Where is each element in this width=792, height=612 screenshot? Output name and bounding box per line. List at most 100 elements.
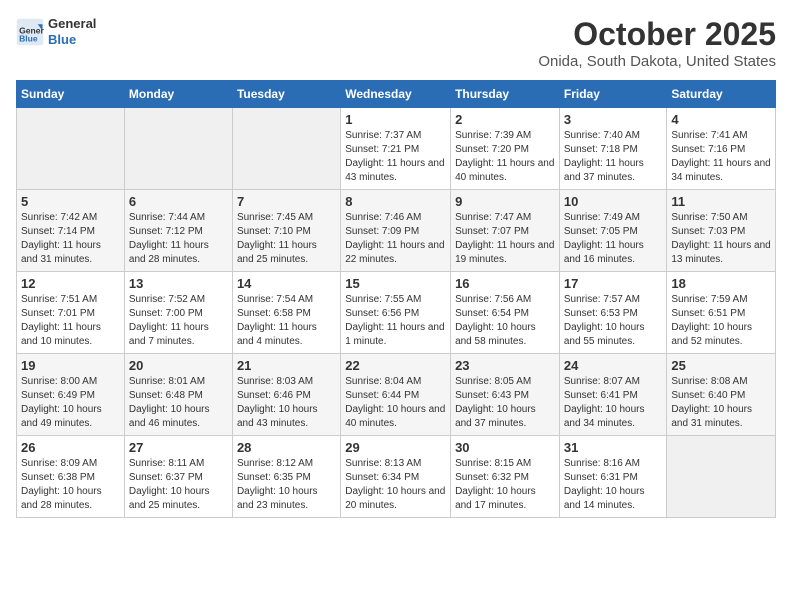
day-info: Sunrise: 8:12 AMSunset: 6:35 PMDaylight:… <box>237 457 336 513</box>
day-number: 3 <box>564 112 663 127</box>
day-number: 7 <box>237 194 336 209</box>
main-title: October 2025 <box>538 16 776 53</box>
day-number: 15 <box>345 276 446 291</box>
day-info: Sunrise: 7:57 AMSunset: 6:53 PMDaylight:… <box>564 293 663 349</box>
day-number: 8 <box>345 194 446 209</box>
day-info: Sunrise: 7:47 AMSunset: 7:07 PMDaylight:… <box>455 211 555 267</box>
day-number: 4 <box>671 112 771 127</box>
logo-text-general: General <box>48 16 96 31</box>
calendar-cell: 14 Sunrise: 7:54 AMSunset: 6:58 PMDayligh… <box>232 272 340 354</box>
day-number: 5 <box>21 194 120 209</box>
calendar-cell: 22 Sunrise: 8:04 AMSunset: 6:44 PMDayligh… <box>341 354 451 436</box>
calendar-cell: 29Sunrise: 8:13 AMSunset: 6:34 PMDayligh… <box>341 436 451 518</box>
day-info: Sunrise: 8:08 AMSunset: 6:40 PMDaylight:… <box>671 375 771 431</box>
week-row-3: 12Sunrise: 7:51 AMSunset: 7:01 PMDayligh… <box>17 272 776 354</box>
calendar-cell <box>124 108 232 190</box>
day-info: Sunrise: 8:04 AMSunset: 6:44 PMDaylight:… <box>345 375 446 431</box>
calendar-cell: 10Sunrise: 7:49 AMSunset: 7:05 PMDayligh… <box>559 190 667 272</box>
calendar-cell: 21 Sunrise: 8:03 AMSunset: 6:46 PMDayligh… <box>232 354 340 436</box>
day-number: 1 <box>345 112 446 127</box>
calendar-cell <box>232 108 340 190</box>
calendar-cell: 31 Sunrise: 8:16 AMSunset: 6:31 PMDayligh… <box>559 436 667 518</box>
day-info: Sunrise: 7:41 AMSunset: 7:16 PMDaylight:… <box>671 129 771 185</box>
day-info: Sunrise: 7:59 AMSunset: 6:51 PMDaylight:… <box>671 293 771 349</box>
day-number: 17 <box>564 276 663 291</box>
day-number: 18 <box>671 276 771 291</box>
day-info: Sunrise: 7:55 AMSunset: 6:56 PMDaylight:… <box>345 293 446 349</box>
header-day-monday: Monday <box>124 81 232 108</box>
calendar-cell: 24 Sunrise: 8:07 AMSunset: 6:41 PMDayligh… <box>559 354 667 436</box>
calendar-cell: 2Sunrise: 7:39 AMSunset: 7:20 PMDaylight… <box>451 108 560 190</box>
calendar-cell: 25 Sunrise: 8:08 AMSunset: 6:40 PMDayligh… <box>667 354 776 436</box>
day-info: Sunrise: 8:07 AMSunset: 6:41 PMDaylight:… <box>564 375 663 431</box>
day-number: 9 <box>455 194 555 209</box>
day-number: 31 <box>564 440 663 455</box>
day-info: Sunrise: 8:09 AMSunset: 6:38 PMDaylight:… <box>21 457 120 513</box>
day-info: Sunrise: 7:44 AMSunset: 7:12 PMDaylight:… <box>129 211 228 267</box>
day-number: 6 <box>129 194 228 209</box>
calendar-cell: 1 Sunrise: 7:37 AMSunset: 7:21 PMDaylight… <box>341 108 451 190</box>
title-area: October 2025 Onida, South Dakota, United… <box>538 16 776 70</box>
week-row-2: 5 Sunrise: 7:42 AMSunset: 7:14 PMDaylight… <box>17 190 776 272</box>
day-info: Sunrise: 7:45 AMSunset: 7:10 PMDaylight:… <box>237 211 336 267</box>
day-info: Sunrise: 8:03 AMSunset: 6:46 PMDaylight:… <box>237 375 336 431</box>
day-info: Sunrise: 7:37 AMSunset: 7:21 PMDaylight:… <box>345 129 446 185</box>
calendar-cell: 19 Sunrise: 8:00 AMSunset: 6:49 PMDayligh… <box>17 354 125 436</box>
calendar-cell: 3 Sunrise: 7:40 AMSunset: 7:18 PMDaylight… <box>559 108 667 190</box>
day-info: Sunrise: 7:52 AMSunset: 7:00 PMDaylight:… <box>129 293 228 349</box>
calendar-cell: 26 Sunrise: 8:09 AMSunset: 6:38 PMDayligh… <box>17 436 125 518</box>
day-number: 2 <box>455 112 555 127</box>
calendar-cell: 23Sunrise: 8:05 AMSunset: 6:43 PMDayligh… <box>451 354 560 436</box>
sub-title: Onida, South Dakota, United States <box>538 53 776 70</box>
week-row-4: 19 Sunrise: 8:00 AMSunset: 6:49 PMDayligh… <box>17 354 776 436</box>
day-number: 24 <box>564 358 663 373</box>
day-info: Sunrise: 7:54 AMSunset: 6:58 PMDaylight:… <box>237 293 336 349</box>
calendar-cell: 6 Sunrise: 7:44 AMSunset: 7:12 PMDaylight… <box>124 190 232 272</box>
day-number: 26 <box>21 440 120 455</box>
day-info: Sunrise: 8:00 AMSunset: 6:49 PMDaylight:… <box>21 375 120 431</box>
day-number: 13 <box>129 276 228 291</box>
day-info: Sunrise: 8:16 AMSunset: 6:31 PMDaylight:… <box>564 457 663 513</box>
day-number: 28 <box>237 440 336 455</box>
header-day-friday: Friday <box>559 81 667 108</box>
header-day-wednesday: Wednesday <box>341 81 451 108</box>
day-number: 12 <box>21 276 120 291</box>
day-info: Sunrise: 8:01 AMSunset: 6:48 PMDaylight:… <box>129 375 228 431</box>
header: General Blue General Blue October 2025 O… <box>16 16 776 70</box>
day-number: 11 <box>671 194 771 209</box>
calendar-cell: 8Sunrise: 7:46 AMSunset: 7:09 PMDaylight… <box>341 190 451 272</box>
calendar-table: SundayMondayTuesdayWednesdayThursdayFrid… <box>16 80 776 518</box>
calendar-cell: 7 Sunrise: 7:45 AMSunset: 7:10 PMDaylight… <box>232 190 340 272</box>
calendar-cell: 13 Sunrise: 7:52 AMSunset: 7:00 PMDayligh… <box>124 272 232 354</box>
day-info: Sunrise: 7:40 AMSunset: 7:18 PMDaylight:… <box>564 129 663 185</box>
day-number: 14 <box>237 276 336 291</box>
day-number: 25 <box>671 358 771 373</box>
day-info: Sunrise: 8:15 AMSunset: 6:32 PMDaylight:… <box>455 457 555 513</box>
header-day-sunday: Sunday <box>17 81 125 108</box>
header-day-thursday: Thursday <box>451 81 560 108</box>
calendar-cell: 16Sunrise: 7:56 AMSunset: 6:54 PMDayligh… <box>451 272 560 354</box>
logo-icon: General Blue <box>16 18 44 46</box>
day-info: Sunrise: 8:11 AMSunset: 6:37 PMDaylight:… <box>129 457 228 513</box>
day-number: 30 <box>455 440 555 455</box>
day-info: Sunrise: 7:50 AMSunset: 7:03 PMDaylight:… <box>671 211 771 267</box>
day-info: Sunrise: 7:56 AMSunset: 6:54 PMDaylight:… <box>455 293 555 349</box>
calendar-cell: 12Sunrise: 7:51 AMSunset: 7:01 PMDayligh… <box>17 272 125 354</box>
calendar-cell: 11 Sunrise: 7:50 AMSunset: 7:03 PMDayligh… <box>667 190 776 272</box>
day-info: Sunrise: 7:42 AMSunset: 7:14 PMDaylight:… <box>21 211 120 267</box>
day-info: Sunrise: 7:49 AMSunset: 7:05 PMDaylight:… <box>564 211 663 267</box>
day-number: 21 <box>237 358 336 373</box>
day-number: 20 <box>129 358 228 373</box>
day-info: Sunrise: 8:05 AMSunset: 6:43 PMDaylight:… <box>455 375 555 431</box>
day-number: 22 <box>345 358 446 373</box>
calendar-cell: 4 Sunrise: 7:41 AMSunset: 7:16 PMDaylight… <box>667 108 776 190</box>
calendar-cell: 18 Sunrise: 7:59 AMSunset: 6:51 PMDayligh… <box>667 272 776 354</box>
logo-text-blue: Blue <box>48 32 76 47</box>
day-number: 27 <box>129 440 228 455</box>
day-number: 29 <box>345 440 446 455</box>
day-number: 19 <box>21 358 120 373</box>
calendar-cell: 20 Sunrise: 8:01 AMSunset: 6:48 PMDayligh… <box>124 354 232 436</box>
calendar-cell: 17 Sunrise: 7:57 AMSunset: 6:53 PMDayligh… <box>559 272 667 354</box>
week-row-1: 1 Sunrise: 7:37 AMSunset: 7:21 PMDaylight… <box>17 108 776 190</box>
calendar-cell <box>667 436 776 518</box>
